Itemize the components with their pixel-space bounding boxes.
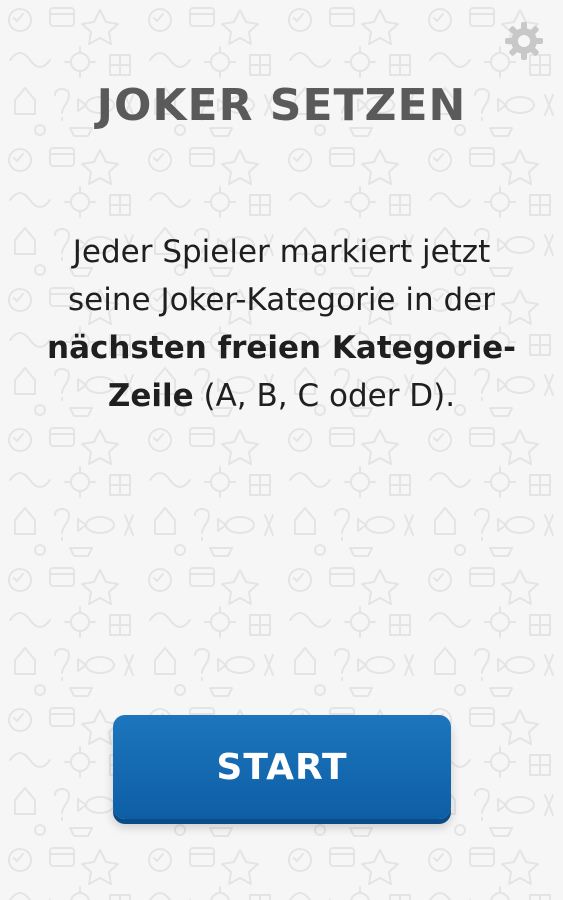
- gear-icon: [505, 22, 543, 60]
- settings-button[interactable]: [503, 20, 545, 62]
- instruction-part-1: Jeder Spieler markiert jetzt seine Joker…: [68, 234, 495, 318]
- instruction-text: Jeder Spieler markiert jetzt seine Joker…: [30, 228, 533, 420]
- page-title: JOKER SETZEN: [96, 80, 467, 131]
- start-button[interactable]: START: [113, 715, 451, 819]
- instruction-part-2: (A, B, C oder D).: [193, 378, 456, 414]
